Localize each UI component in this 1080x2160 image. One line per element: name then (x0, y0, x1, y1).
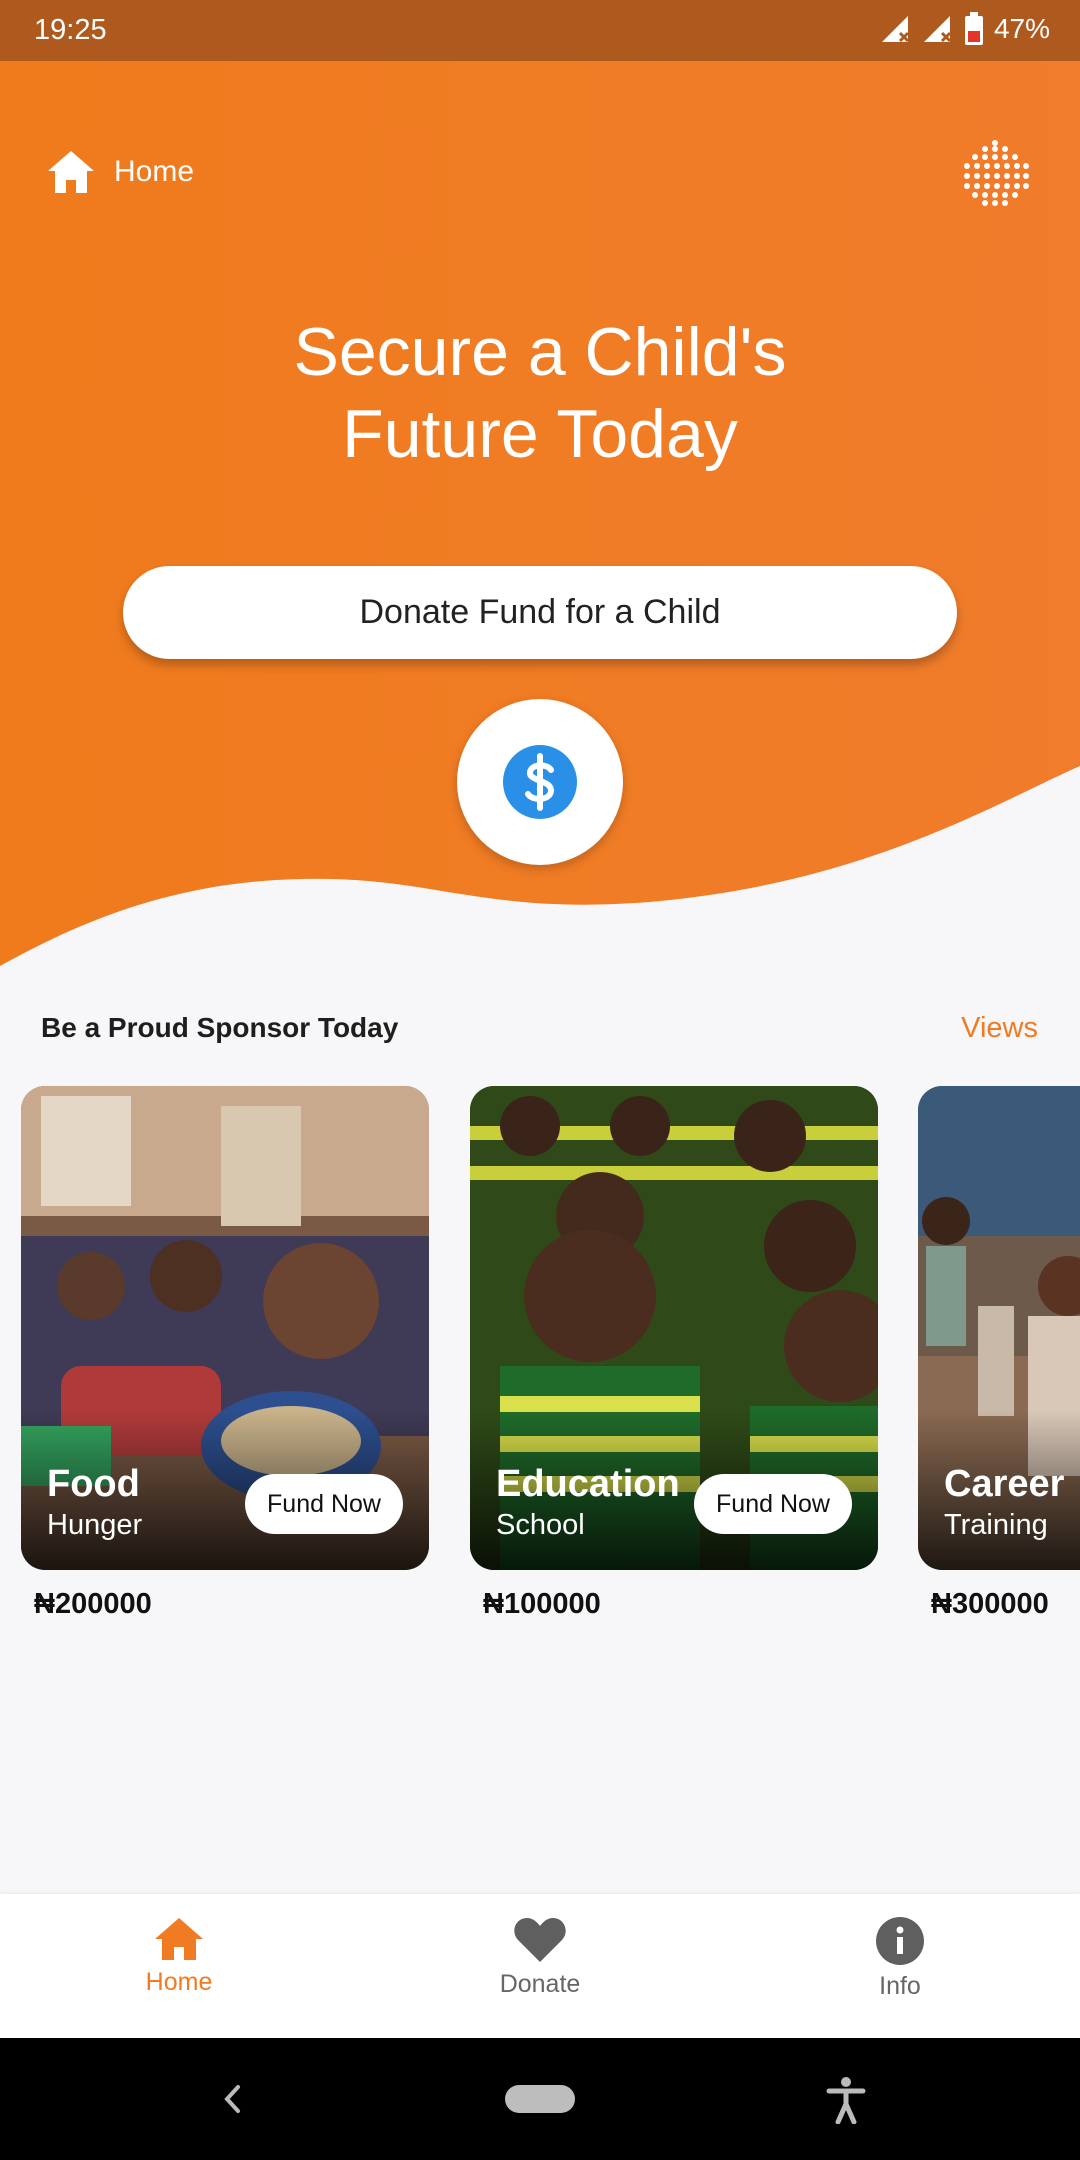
dot-grid-icon[interactable] (958, 137, 1032, 211)
home-icon (48, 151, 94, 193)
fund-now-button[interactable]: Fund Now (694, 1474, 852, 1534)
home-icon (155, 1918, 203, 1960)
headline-line-1: Secure a Child's (293, 314, 787, 390)
home-breadcrumb[interactable]: Home (46, 149, 194, 195)
headline-line-2: Future Today (342, 396, 738, 472)
donate-fund-button[interactable]: Donate Fund for a Child (123, 566, 957, 659)
sponsor-card-food[interactable]: Food Hunger Fund Now (21, 1086, 429, 1570)
info-icon (876, 1917, 924, 1965)
hero-headline: Secure a Child's Future Today (0, 311, 1080, 475)
fund-now-button[interactable]: Fund Now (245, 1474, 403, 1534)
card-amount: ₦100000 (483, 1588, 601, 1620)
home-label: Home (114, 155, 195, 188)
status-bar: 19:25 47% (0, 0, 1080, 61)
bottom-navigation: Home Donate Info (0, 1894, 1080, 2038)
card-amount: ₦300000 (931, 1588, 1049, 1620)
sponsor-card-education[interactable]: Education School Fund Now (470, 1086, 878, 1570)
hero-section: Home Secure a Child's Future Today Donat… (0, 61, 1080, 981)
dollar-button[interactable] (457, 699, 623, 865)
card-amount: ₦200000 (34, 1588, 152, 1620)
card-subtitle: Training (944, 1509, 1048, 1541)
card-title: Career (944, 1463, 1065, 1505)
heart-icon (514, 1918, 566, 1962)
nav-info[interactable]: Info (800, 1916, 1000, 2001)
dollar-icon (503, 745, 577, 819)
card-title: Education (496, 1463, 680, 1505)
status-time: 19:25 (34, 14, 107, 46)
home-pill-button[interactable] (505, 2085, 575, 2113)
signal-x-icon (923, 16, 952, 43)
sponsor-card-career[interactable]: Career Training (918, 1086, 1080, 1570)
card-title: Food (47, 1463, 140, 1505)
battery-icon (964, 12, 983, 45)
system-nav-bar (0, 2038, 1080, 2160)
sponsor-section-title: Be a Proud Sponsor Today (41, 1012, 399, 1043)
card-subtitle: Hunger (47, 1509, 143, 1541)
accessibility-icon[interactable] (826, 2076, 866, 2124)
back-icon[interactable] (222, 2084, 244, 2114)
nav-home[interactable]: Home (79, 1916, 279, 1997)
status-icons: 47% (880, 12, 1050, 46)
signal-x-icon (881, 16, 910, 43)
nav-donate-label: Donate (499, 1970, 581, 1998)
nav-info-label: Info (879, 1972, 921, 2000)
battery-percent: 47% (993, 13, 1050, 44)
views-link[interactable]: Views (961, 1012, 1038, 1045)
card-subtitle: School (496, 1509, 585, 1541)
nav-home-label: Home (145, 1968, 213, 1996)
nav-donate[interactable]: Donate (440, 1916, 640, 1999)
